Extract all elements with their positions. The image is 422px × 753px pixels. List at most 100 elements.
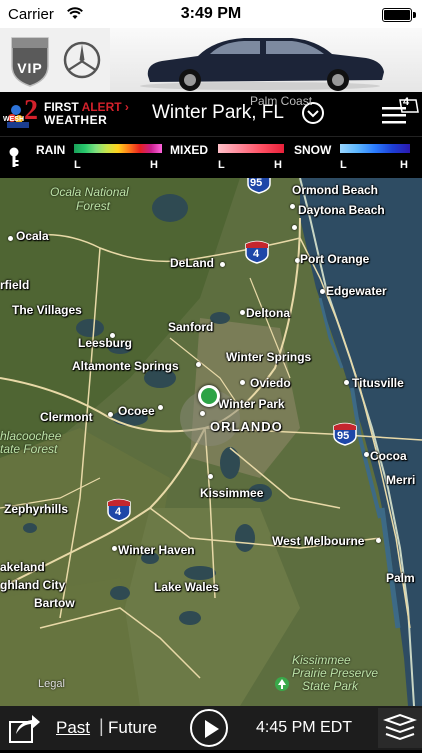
- i95-top-number: 95: [250, 178, 263, 189]
- mixed-color-bar: [218, 144, 284, 153]
- alert-text: ALERT: [81, 100, 122, 114]
- city-dot: [158, 405, 163, 410]
- mixed-label: MIXED: [170, 143, 209, 157]
- city-label: Port Orange: [300, 252, 370, 266]
- city-dot: [240, 380, 245, 385]
- legal-link[interactable]: Legal: [38, 678, 65, 690]
- forest-label: Forest: [76, 199, 111, 213]
- city-dot: [208, 474, 213, 479]
- city-label: DeLand: [170, 256, 215, 270]
- city-label: The Villages: [12, 303, 82, 317]
- city-dot: [196, 362, 201, 367]
- snow-low: L: [340, 159, 347, 171]
- city-dot: [108, 412, 113, 417]
- vip-label: VIP: [17, 60, 43, 76]
- first-alert-title: FIRST ALERT ›: [44, 100, 129, 114]
- city-label: Clermont: [40, 410, 93, 424]
- playback-bar: Past | Future 4:45 PM EDT: [0, 706, 422, 750]
- play-icon: [205, 720, 219, 738]
- current-location-marker[interactable]: [198, 385, 220, 407]
- city-dot: [344, 380, 349, 385]
- status-bar: Carrier 3:49 PM: [0, 0, 422, 28]
- city-label: Oviedo: [250, 376, 291, 390]
- city-label: Winter Springs: [226, 350, 312, 364]
- separator: |: [99, 716, 104, 736]
- city-dot: [240, 310, 245, 315]
- past-button[interactable]: Past: [56, 718, 90, 738]
- forest-label: tate Forest: [0, 442, 58, 456]
- city-label: Winter Haven: [118, 543, 195, 557]
- forest-label: Ocala National: [50, 185, 129, 199]
- hamburger-menu-icon: [382, 99, 419, 124]
- city-dot: [200, 411, 205, 416]
- city-dot: [292, 225, 297, 230]
- logo-channel-number: 2: [24, 95, 38, 126]
- radar-timestamp: 4:45 PM EDT: [256, 719, 353, 736]
- layers-button[interactable]: [378, 708, 422, 748]
- snow-high: H: [400, 159, 408, 171]
- app-header: 2 WESH FIRST ALERT › WEATHER Winter Park…: [0, 92, 422, 136]
- city-label-palm-coast: Palm Coast: [250, 94, 313, 108]
- city-label: Sanford: [168, 320, 214, 334]
- city-label: Ocoee: [118, 404, 155, 418]
- city-label: Leesburg: [78, 336, 133, 350]
- battery-icon: [382, 8, 416, 22]
- future-button[interactable]: Future: [108, 718, 157, 738]
- park-tree-icon: [275, 677, 289, 691]
- city-label: Ocala: [16, 229, 49, 243]
- snow-label: SNOW: [294, 143, 332, 157]
- city-label: Cocoa: [370, 449, 407, 463]
- city-dot: [364, 452, 369, 457]
- city-label: Palm: [386, 571, 415, 585]
- city-label: Deltona: [246, 306, 291, 320]
- car-ad-image[interactable]: [110, 28, 422, 92]
- city-dot: [112, 546, 117, 551]
- layers-icon: [383, 713, 417, 741]
- menu-button[interactable]: [380, 98, 420, 130]
- weather-text: WEATHER: [44, 113, 108, 127]
- share-icon[interactable]: [6, 710, 42, 746]
- car-icon: [140, 38, 384, 91]
- city-dot: [290, 204, 295, 209]
- status-time: 3:49 PM: [180, 5, 242, 22]
- city-label: Altamonte Springs: [72, 359, 179, 373]
- rain-color-bar: [74, 144, 162, 153]
- city-label: rfield: [0, 278, 30, 292]
- rain-low: L: [74, 159, 81, 171]
- i95-mid-number: 95: [337, 430, 350, 442]
- menu-badge-count: 4: [403, 96, 410, 108]
- chevron-right-icon: ›: [124, 100, 129, 114]
- precip-legend: RAIN L H MIXED L H SNOW L H: [0, 136, 422, 179]
- city-label: Bartow: [34, 596, 75, 610]
- city-dot: [320, 289, 325, 294]
- city-label: Zephyrhills: [4, 502, 69, 516]
- city-label: Daytona Beach: [298, 203, 385, 217]
- ad-banner[interactable]: VIP: [0, 28, 422, 92]
- city-label: West Melbourne: [272, 534, 365, 548]
- play-button[interactable]: [190, 709, 228, 747]
- city-label: Ormond Beach: [292, 183, 379, 197]
- city-dot: [8, 236, 13, 241]
- forest-label: State Park: [302, 679, 359, 693]
- mercedes-logo-icon: [63, 41, 101, 79]
- mixed-low: L: [218, 159, 225, 171]
- key-icon[interactable]: [8, 147, 20, 169]
- i4-north-number: 4: [253, 248, 260, 260]
- city-label: Merri: [386, 473, 416, 487]
- snow-color-bar: [340, 144, 410, 153]
- city-dot: [220, 262, 225, 267]
- i4-south-number: 4: [115, 506, 122, 518]
- mixed-high: H: [274, 159, 282, 171]
- rain-label: RAIN: [36, 143, 66, 157]
- city-label: ghland City: [0, 578, 66, 592]
- rain-high: H: [150, 159, 158, 171]
- city-label: Titusville: [352, 376, 404, 390]
- city-label: Winter Park: [218, 397, 285, 411]
- city-label: Edgewater: [326, 284, 387, 298]
- logo-station: WESH: [3, 116, 24, 123]
- city-label: Lake Wales: [154, 580, 219, 594]
- city-label: ORLANDO: [210, 419, 283, 434]
- city-label: Kissimmee: [200, 486, 264, 500]
- city-label: akeland: [0, 560, 45, 574]
- radar-map[interactable]: 4 4 95 95 Palm Coast Ormond Beach Dayton…: [0, 178, 422, 706]
